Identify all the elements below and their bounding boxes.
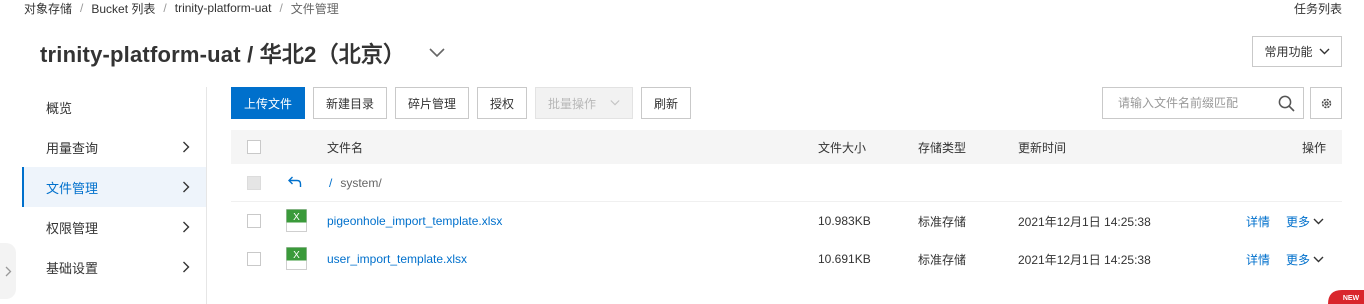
more-dropdown[interactable]: 更多	[1286, 251, 1324, 268]
more-dropdown[interactable]: 更多	[1286, 213, 1324, 230]
fragment-management-button[interactable]: 碎片管理	[395, 87, 469, 119]
sidebar-item-basic-settings[interactable]: 基础设置	[22, 247, 206, 287]
search-icon[interactable]	[1278, 95, 1295, 112]
sidebar-divider	[206, 87, 207, 304]
breadcrumb-bucket-list[interactable]: Bucket 列表	[91, 0, 155, 17]
sidebar-item-label: 权限管理	[46, 220, 99, 236]
column-header-storage-type: 存储类型	[918, 140, 967, 155]
file-size: 10.983KB	[818, 214, 871, 228]
sidebar-collapse-handle[interactable]	[0, 243, 16, 299]
table-row: X pigeonhole_import_template.xlsx 10.983…	[231, 202, 1342, 240]
new-folder-button[interactable]: 新建目录	[313, 87, 387, 119]
chevron-down-icon	[1319, 48, 1329, 55]
breadcrumb-separator: /	[163, 1, 167, 15]
sidebar-item-label: 概览	[46, 100, 73, 116]
chevron-right-icon	[183, 141, 190, 153]
more-label: 更多	[1286, 252, 1311, 267]
sidebar: 概览 用量查询 文件管理 权限管理 基础设置	[22, 87, 206, 287]
detail-link[interactable]: 详情	[1246, 251, 1270, 268]
search-box	[1102, 87, 1304, 119]
sidebar-item-usage[interactable]: 用量查询	[22, 127, 206, 167]
column-header-updated: 更新时间	[1018, 140, 1067, 155]
parent-path: / system/	[329, 176, 382, 190]
column-header-name: 文件名	[327, 140, 364, 155]
page-header: trinity-platform-uat / 华北2（北京）	[40, 38, 447, 68]
sidebar-item-label: 用量查询	[46, 140, 99, 156]
chevron-down-icon	[1313, 218, 1324, 224]
refresh-button[interactable]: 刷新	[641, 87, 691, 119]
row-checkbox	[247, 176, 261, 190]
file-size: 10.691KB	[818, 252, 871, 266]
excel-icon-letter: X	[293, 250, 300, 261]
new-badge-icon[interactable]: NEW	[1328, 290, 1364, 304]
root-path-link[interactable]: /	[329, 176, 332, 190]
storage-type: 标准存储	[918, 214, 967, 229]
excel-file-icon: X	[286, 247, 307, 270]
sidebar-item-permissions[interactable]: 权限管理	[22, 207, 206, 247]
breadcrumb-current: 文件管理	[290, 1, 339, 16]
row-checkbox[interactable]	[247, 252, 261, 266]
column-header-size: 文件大小	[818, 140, 867, 155]
file-table: 文件名 文件大小 存储类型 更新时间 操作 / system/ X pigeon…	[231, 130, 1342, 278]
common-functions-dropdown[interactable]: 常用功能	[1252, 36, 1342, 67]
select-all-checkbox[interactable]	[247, 140, 261, 154]
breadcrumb-separator: /	[80, 1, 84, 15]
search-input[interactable]	[1118, 96, 1268, 110]
row-checkbox[interactable]	[247, 214, 261, 228]
table-row: X user_import_template.xlsx 10.691KB 标准存…	[231, 240, 1342, 278]
current-path: system/	[340, 175, 382, 190]
sidebar-item-label: 文件管理	[46, 180, 99, 196]
sidebar-item-overview[interactable]: 概览	[22, 87, 206, 127]
excel-file-icon: X	[286, 209, 307, 232]
chevron-right-icon	[183, 261, 190, 273]
file-name-link[interactable]: user_import_template.xlsx	[327, 252, 467, 266]
new-badge-label: NEW	[1343, 295, 1360, 302]
batch-operations-label: 批量操作	[548, 96, 597, 111]
chevron-down-icon	[610, 100, 620, 106]
authorize-button[interactable]: 授权	[477, 87, 527, 119]
toolbar: 上传文件 新建目录 碎片管理 授权 批量操作 刷新	[231, 87, 699, 119]
back-arrow-icon[interactable]	[288, 176, 302, 188]
column-header-actions: 操作	[1301, 140, 1326, 155]
more-label: 更多	[1286, 214, 1311, 229]
updated-time: 2021年12月1日 14:25:38	[1018, 214, 1151, 229]
chevron-down-icon	[1313, 256, 1324, 262]
sidebar-item-label: 基础设置	[46, 260, 99, 276]
settings-button[interactable]	[1310, 87, 1342, 119]
storage-type: 标准存储	[918, 252, 967, 267]
task-list-link[interactable]: 任务列表	[1294, 0, 1342, 17]
page-title: trinity-platform-uat / 华北2（北京）	[40, 42, 406, 67]
breadcrumb-bucket[interactable]: trinity-platform-uat	[175, 1, 272, 15]
sidebar-item-file-management[interactable]: 文件管理	[22, 167, 206, 207]
chevron-right-icon	[5, 266, 11, 276]
breadcrumb: 对象存储 / Bucket 列表 / trinity-platform-uat …	[24, 0, 339, 16]
parent-directory-row: / system/	[231, 164, 1342, 202]
chevron-right-icon	[183, 221, 190, 233]
bucket-switch-chevron-down-icon[interactable]	[427, 43, 447, 63]
common-functions-label: 常用功能	[1264, 45, 1313, 59]
table-header: 文件名 文件大小 存储类型 更新时间 操作	[231, 130, 1342, 164]
chevron-right-icon	[183, 181, 190, 193]
detail-link[interactable]: 详情	[1246, 213, 1270, 230]
breadcrumb-object-storage[interactable]: 对象存储	[24, 0, 72, 17]
breadcrumb-separator: /	[279, 1, 283, 15]
gear-icon	[1321, 98, 1331, 108]
updated-time: 2021年12月1日 14:25:38	[1018, 252, 1151, 267]
excel-icon-letter: X	[293, 212, 300, 223]
row-actions: 详情 更多	[1246, 251, 1324, 268]
row-actions: 详情 更多	[1246, 213, 1324, 230]
upload-file-button[interactable]: 上传文件	[231, 87, 305, 119]
batch-operations-button[interactable]: 批量操作	[535, 87, 633, 119]
file-name-link[interactable]: pigeonhole_import_template.xlsx	[327, 214, 502, 228]
